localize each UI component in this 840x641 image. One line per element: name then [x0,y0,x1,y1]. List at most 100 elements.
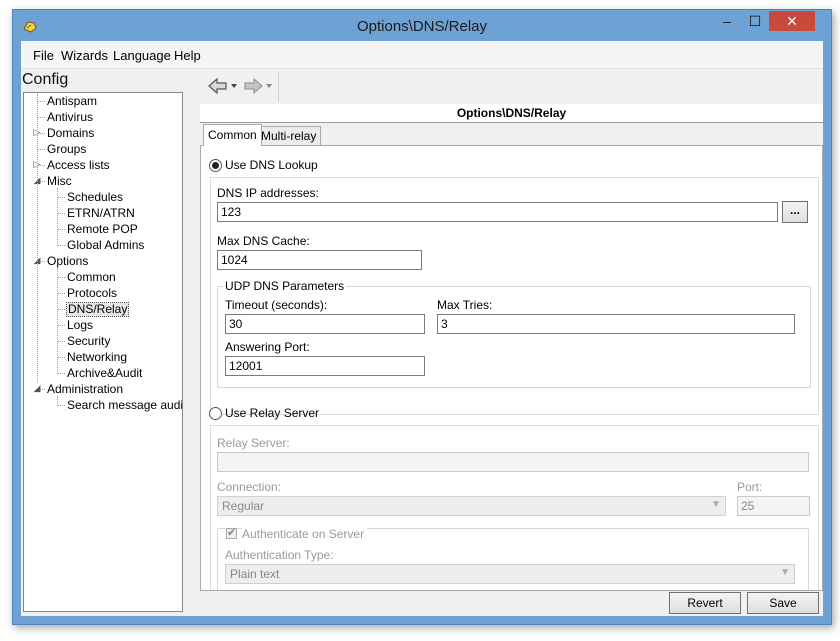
collapse-icon[interactable]: ◢ [32,383,42,394]
tree-item[interactable]: Remote POP [66,222,139,237]
button-bar: Revert Save [200,589,823,616]
tree-connector [37,101,45,102]
config-pane: Config Antispam Antivirus Domains ▷ Groups Ac… [21,68,197,616]
tree-connector [57,245,65,246]
config-title: Config [22,71,69,88]
tree-item[interactable]: Archive&Audit [66,366,143,381]
revert-button[interactable]: Revert [669,592,741,614]
tree-connector [57,373,65,374]
tree-item[interactable]: Access lists [46,158,111,173]
tree-item[interactable]: ETRN/ATRN [66,206,136,221]
timeout-label: Timeout (seconds): [225,298,328,312]
dns-ip-browse-button[interactable]: ... [782,201,808,223]
tree-item[interactable]: Protocols [66,286,118,301]
tree-item[interactable]: Logs [66,318,94,333]
tree-connector [57,277,65,278]
nav-toolbar [200,72,279,102]
tree-item[interactable]: Administration [46,382,124,397]
back-arrow-icon [208,77,237,95]
tab-panel-common: Use DNS Lookup DNS IP addresses: 123 ...… [200,145,823,591]
connection-select[interactable]: Regular ▼ [217,496,726,516]
connection-value: Regular [222,499,265,513]
dns-lookup-label: Use DNS Lookup [225,158,318,172]
relay-server-radio-label: Use Relay Server [225,406,320,420]
back-button[interactable] [206,74,242,98]
title-bar[interactable]: Options\DNS/Relay – ☐ ✕ [13,10,831,41]
tree-item[interactable]: Antivirus [46,110,94,125]
menu-language[interactable]: Language [113,48,171,63]
authenticate-label: Authenticate on Server [242,527,368,541]
tree-item[interactable]: Global Admins [66,238,145,253]
tree-item[interactable]: Search message audit [66,398,182,413]
answering-port-label: Answering Port: [225,340,310,354]
config-tree[interactable]: Antispam Antivirus Domains ▷ Groups Access li… [23,92,183,612]
tab-strip: Common Multi-relay [200,124,823,146]
relay-port-label: Port: [737,480,763,494]
tree-guide [37,94,38,382]
main-window: Options\DNS/Relay – ☐ ✕ File Wizards Lan… [12,9,832,625]
tree-item[interactable]: Misc [46,174,73,189]
chevron-down-icon: ▼ [711,499,721,510]
tree-connector [57,341,65,342]
menu-wizards[interactable]: Wizards [61,48,108,63]
dns-cache-label: Max DNS Cache: [217,234,310,248]
options-pane: Options\DNS/Relay Common Multi-relay Use… [200,68,823,616]
dns-ip-input[interactable]: 123 [217,202,778,222]
udp-params-title: UDP DNS Parameters [223,279,347,293]
tree-connector [57,213,65,214]
relay-server-radio[interactable] [209,407,222,420]
tree-guide [57,188,58,246]
max-tries-label: Max Tries: [437,298,493,312]
tree-connector [37,117,45,118]
relay-server-label: Relay Server: [217,436,290,450]
tree-item[interactable]: Options [46,254,89,269]
menu-help[interactable]: Help [174,48,201,63]
save-button[interactable]: Save [747,592,819,614]
minimize-button[interactable]: – [713,11,741,31]
dns-lookup-radio[interactable] [209,159,222,172]
tree-connector [57,229,65,230]
dns-ip-label: DNS IP addresses: [217,186,319,200]
tree-item[interactable]: DNS/Relay [66,302,130,317]
relay-port-input[interactable]: 25 [737,496,810,516]
tree-guide [57,396,58,406]
forward-button[interactable] [242,74,276,98]
auth-type-select[interactable]: Plain text ▼ [225,564,795,584]
answering-port-input[interactable]: 12001 [225,356,425,376]
tree-connector [57,405,65,406]
menu-bar: File Wizards Language Help [21,41,823,69]
tree-item[interactable]: Antispam [46,94,98,109]
tree-item[interactable]: Domains [46,126,95,141]
tree-connector [57,197,65,198]
check-icon: ✔ [227,527,237,539]
tree-item[interactable]: Groups [46,142,87,157]
window-title: Options\DNS/Relay [356,18,488,35]
auth-type-label: Authentication Type: [225,548,334,562]
tree-connector [57,325,65,326]
auth-type-value: Plain text [230,567,280,581]
tab-multi-relay[interactable]: Multi-relay [256,126,322,145]
max-tries-input[interactable]: 3 [437,314,795,334]
close-button[interactable]: ✕ [769,11,815,31]
tree-item[interactable]: Common [66,270,117,285]
tree-connector [37,149,45,150]
tree-guide [57,268,58,374]
tree-connector [57,293,65,294]
relay-server-input[interactable] [217,452,809,472]
section-header: Options\DNS/Relay [200,104,823,123]
timeout-input[interactable]: 30 [225,314,425,334]
tree-item[interactable]: Security [66,334,111,349]
tree-item[interactable]: Networking [66,350,128,365]
client-area: File Wizards Language Help Config Antisp… [21,41,823,616]
chevron-down-icon: ▼ [780,567,790,578]
tree-item[interactable]: Schedules [66,190,124,205]
maximize-button[interactable]: ☐ [741,11,769,31]
forward-arrow-icon [244,77,272,95]
tree-connector [57,309,65,310]
tree-connector [57,357,65,358]
menu-file[interactable]: File [33,48,54,63]
dns-cache-input[interactable]: 1024 [217,250,422,270]
tab-common[interactable]: Common [203,124,262,146]
connection-label: Connection: [217,480,282,494]
authenticate-checkbox[interactable]: ✔ [226,527,237,539]
